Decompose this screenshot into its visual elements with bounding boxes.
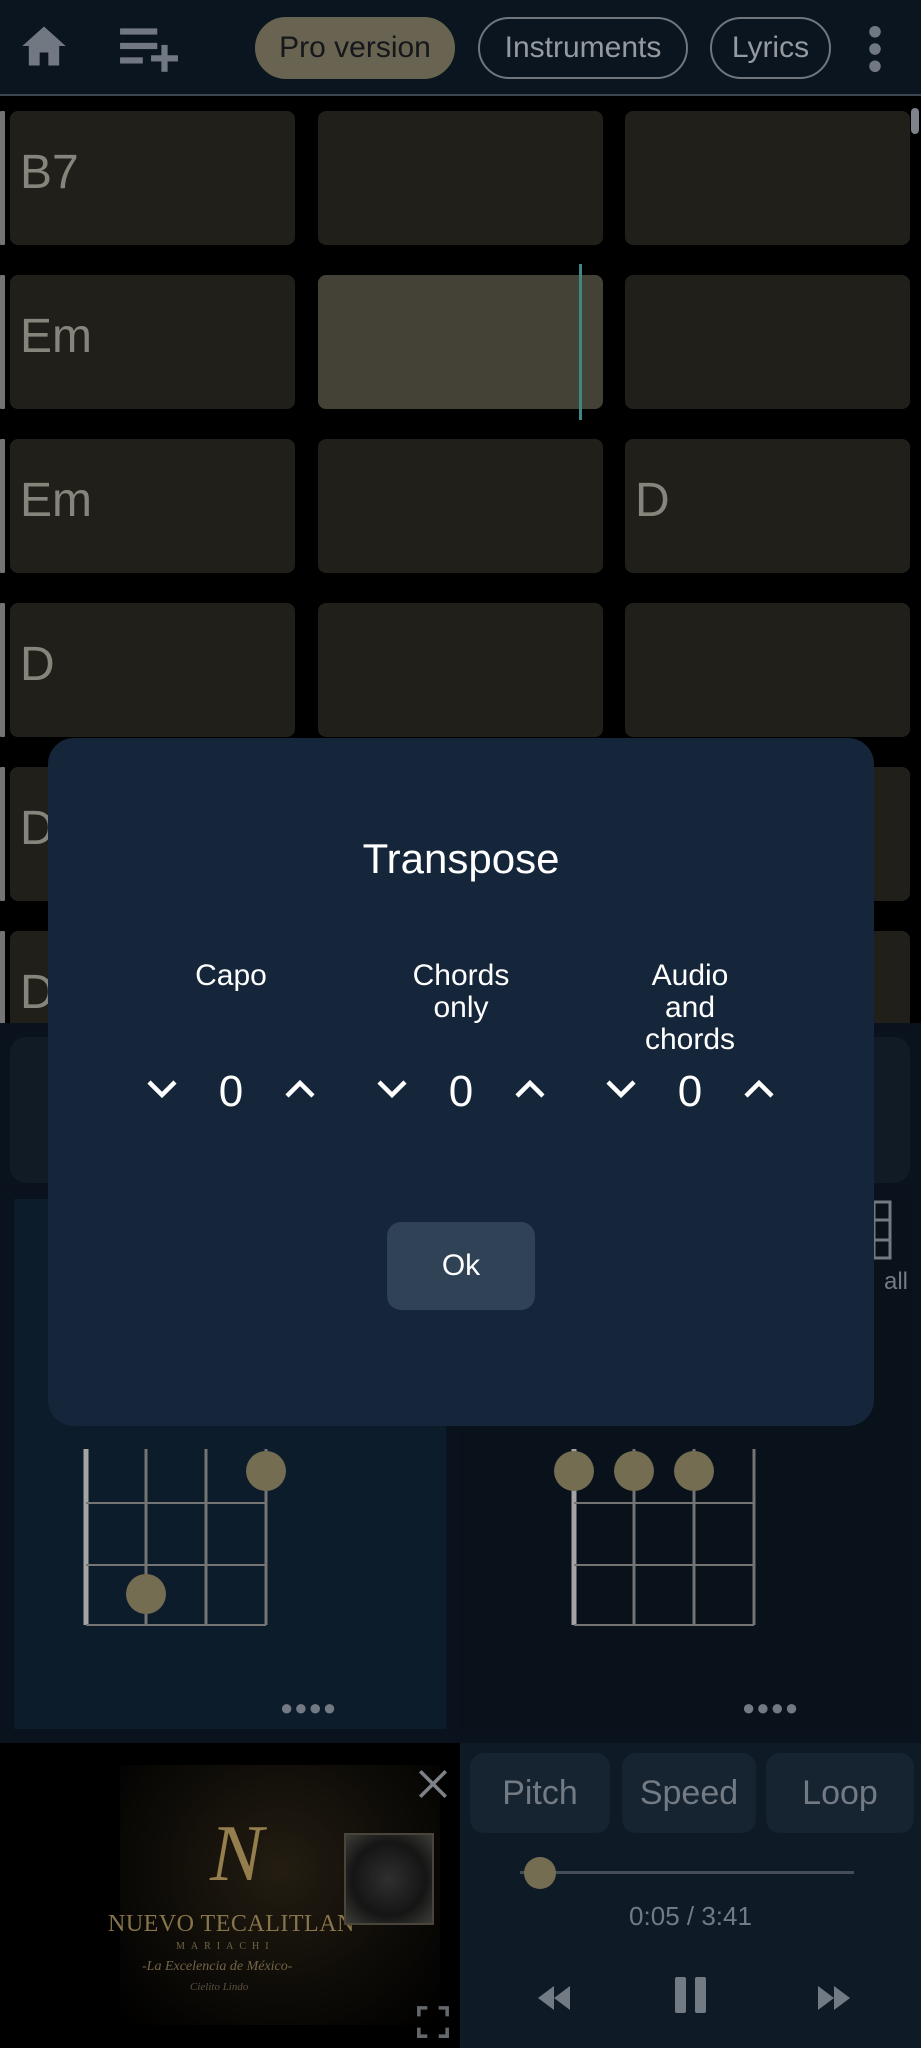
audio-and-chords-column: Audio and chords: [590, 960, 790, 1056]
audio-and-chords-stepper: 0: [590, 1062, 790, 1122]
ok-button[interactable]: Ok: [387, 1222, 535, 1310]
transpose-dialog: Transpose Capo Chords only Audio and cho…: [48, 738, 874, 1426]
chevron-up-icon[interactable]: [511, 1074, 549, 1104]
audio-and-chords-label: Audio and chords: [644, 959, 736, 1056]
capo-label: Capo: [195, 959, 267, 992]
dialog-title: Transpose: [362, 835, 560, 882]
chords-only-column: Chords only: [361, 960, 561, 1024]
capo-column: Capo: [131, 960, 331, 992]
chevron-up-icon[interactable]: [281, 1074, 319, 1104]
capo-stepper: 0: [131, 1062, 331, 1122]
chords-only-stepper: 0: [361, 1062, 561, 1122]
chords-only-label: Chords only: [412, 959, 510, 1024]
chevron-up-icon[interactable]: [740, 1074, 778, 1104]
